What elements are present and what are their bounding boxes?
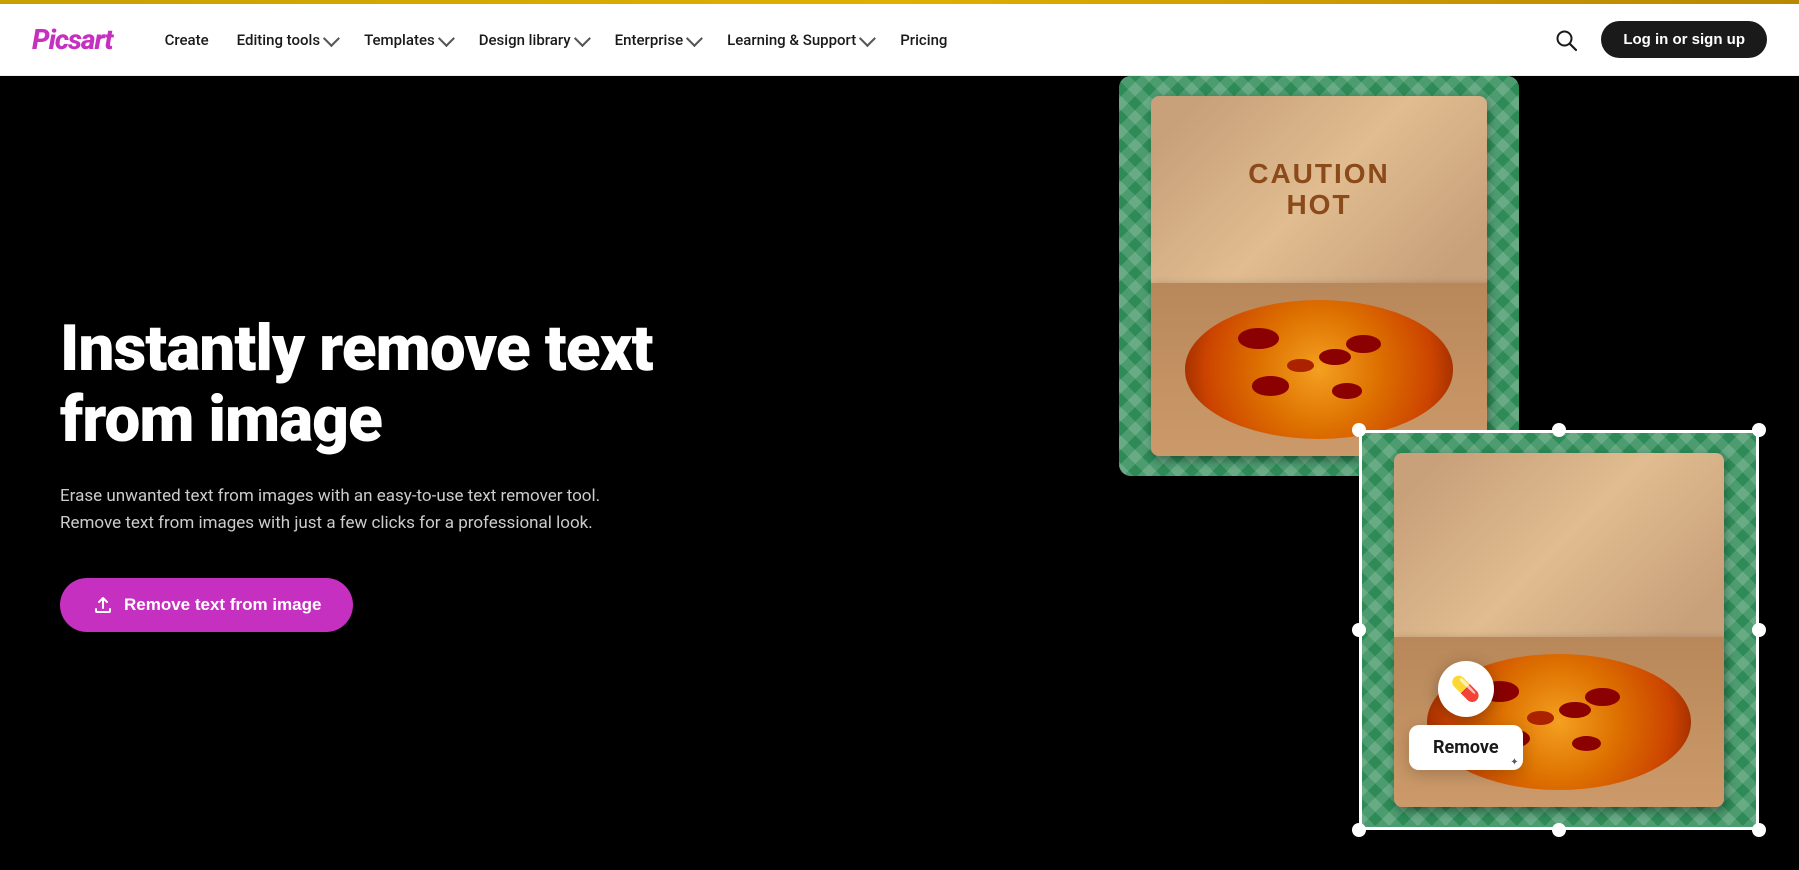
magic-eraser-circle: 💊 ✦ — [1438, 661, 1494, 717]
hero-content: Instantly remove text from image Erase u… — [0, 234, 750, 711]
caution-text: CAUTIONHOT — [1248, 159, 1390, 221]
selection-handle-br — [1752, 823, 1766, 837]
before-image: CAUTIONHOT — [1119, 76, 1519, 476]
hero-description: Erase unwanted text from images with an … — [60, 483, 660, 537]
selection-handle-mr — [1752, 623, 1766, 637]
nav-pricing[interactable]: Pricing — [888, 23, 959, 57]
nav-editing-tools[interactable]: Editing tools — [225, 23, 348, 57]
hero-section: Instantly remove text from image Erase u… — [0, 76, 1799, 870]
logo[interactable]: Picsart — [32, 23, 113, 56]
selection-handle-bm — [1552, 823, 1566, 837]
cta-label: Remove text from image — [124, 595, 321, 615]
search-button[interactable] — [1547, 21, 1585, 59]
selection-handle-tm — [1552, 423, 1566, 437]
nav-enterprise[interactable]: Enterprise — [603, 23, 711, 57]
header-actions: Log in or sign up — [1547, 21, 1767, 59]
chevron-down-icon — [323, 30, 340, 47]
selection-handle-ml — [1352, 623, 1366, 637]
search-icon — [1555, 29, 1577, 51]
nav-templates[interactable]: Templates — [352, 23, 463, 57]
chevron-down-icon — [438, 30, 455, 47]
after-image-container: 💊 ✦ Remove — [1359, 430, 1759, 830]
chevron-down-icon — [686, 30, 703, 47]
selection-handle-tr — [1752, 423, 1766, 437]
nav-design-library[interactable]: Design library — [467, 23, 599, 57]
nav-create[interactable]: Create — [153, 23, 221, 57]
nav-learning-support[interactable]: Learning & Support — [715, 23, 884, 57]
chevron-down-icon — [859, 30, 876, 47]
hero-title: Instantly remove text from image — [60, 314, 690, 455]
magic-eraser-icon: 💊 — [1451, 675, 1481, 703]
chevron-down-icon — [574, 30, 591, 47]
remove-tooltip: 💊 ✦ Remove — [1409, 661, 1523, 770]
hero-images: CAUTIONHOT — [1119, 76, 1799, 870]
upload-icon — [92, 594, 114, 616]
remove-label: Remove — [1409, 725, 1523, 770]
sparkle-icon: ✦ — [1510, 757, 1518, 768]
selection-handle-tl — [1352, 423, 1366, 437]
login-button[interactable]: Log in or sign up — [1601, 21, 1767, 58]
selection-handle-bl — [1352, 823, 1366, 837]
cta-button[interactable]: Remove text from image — [60, 578, 353, 632]
after-image — [1359, 430, 1759, 830]
header: Picsart Create Editing tools Templates D… — [0, 4, 1799, 76]
nav: Create Editing tools Templates Design li… — [153, 23, 1548, 57]
